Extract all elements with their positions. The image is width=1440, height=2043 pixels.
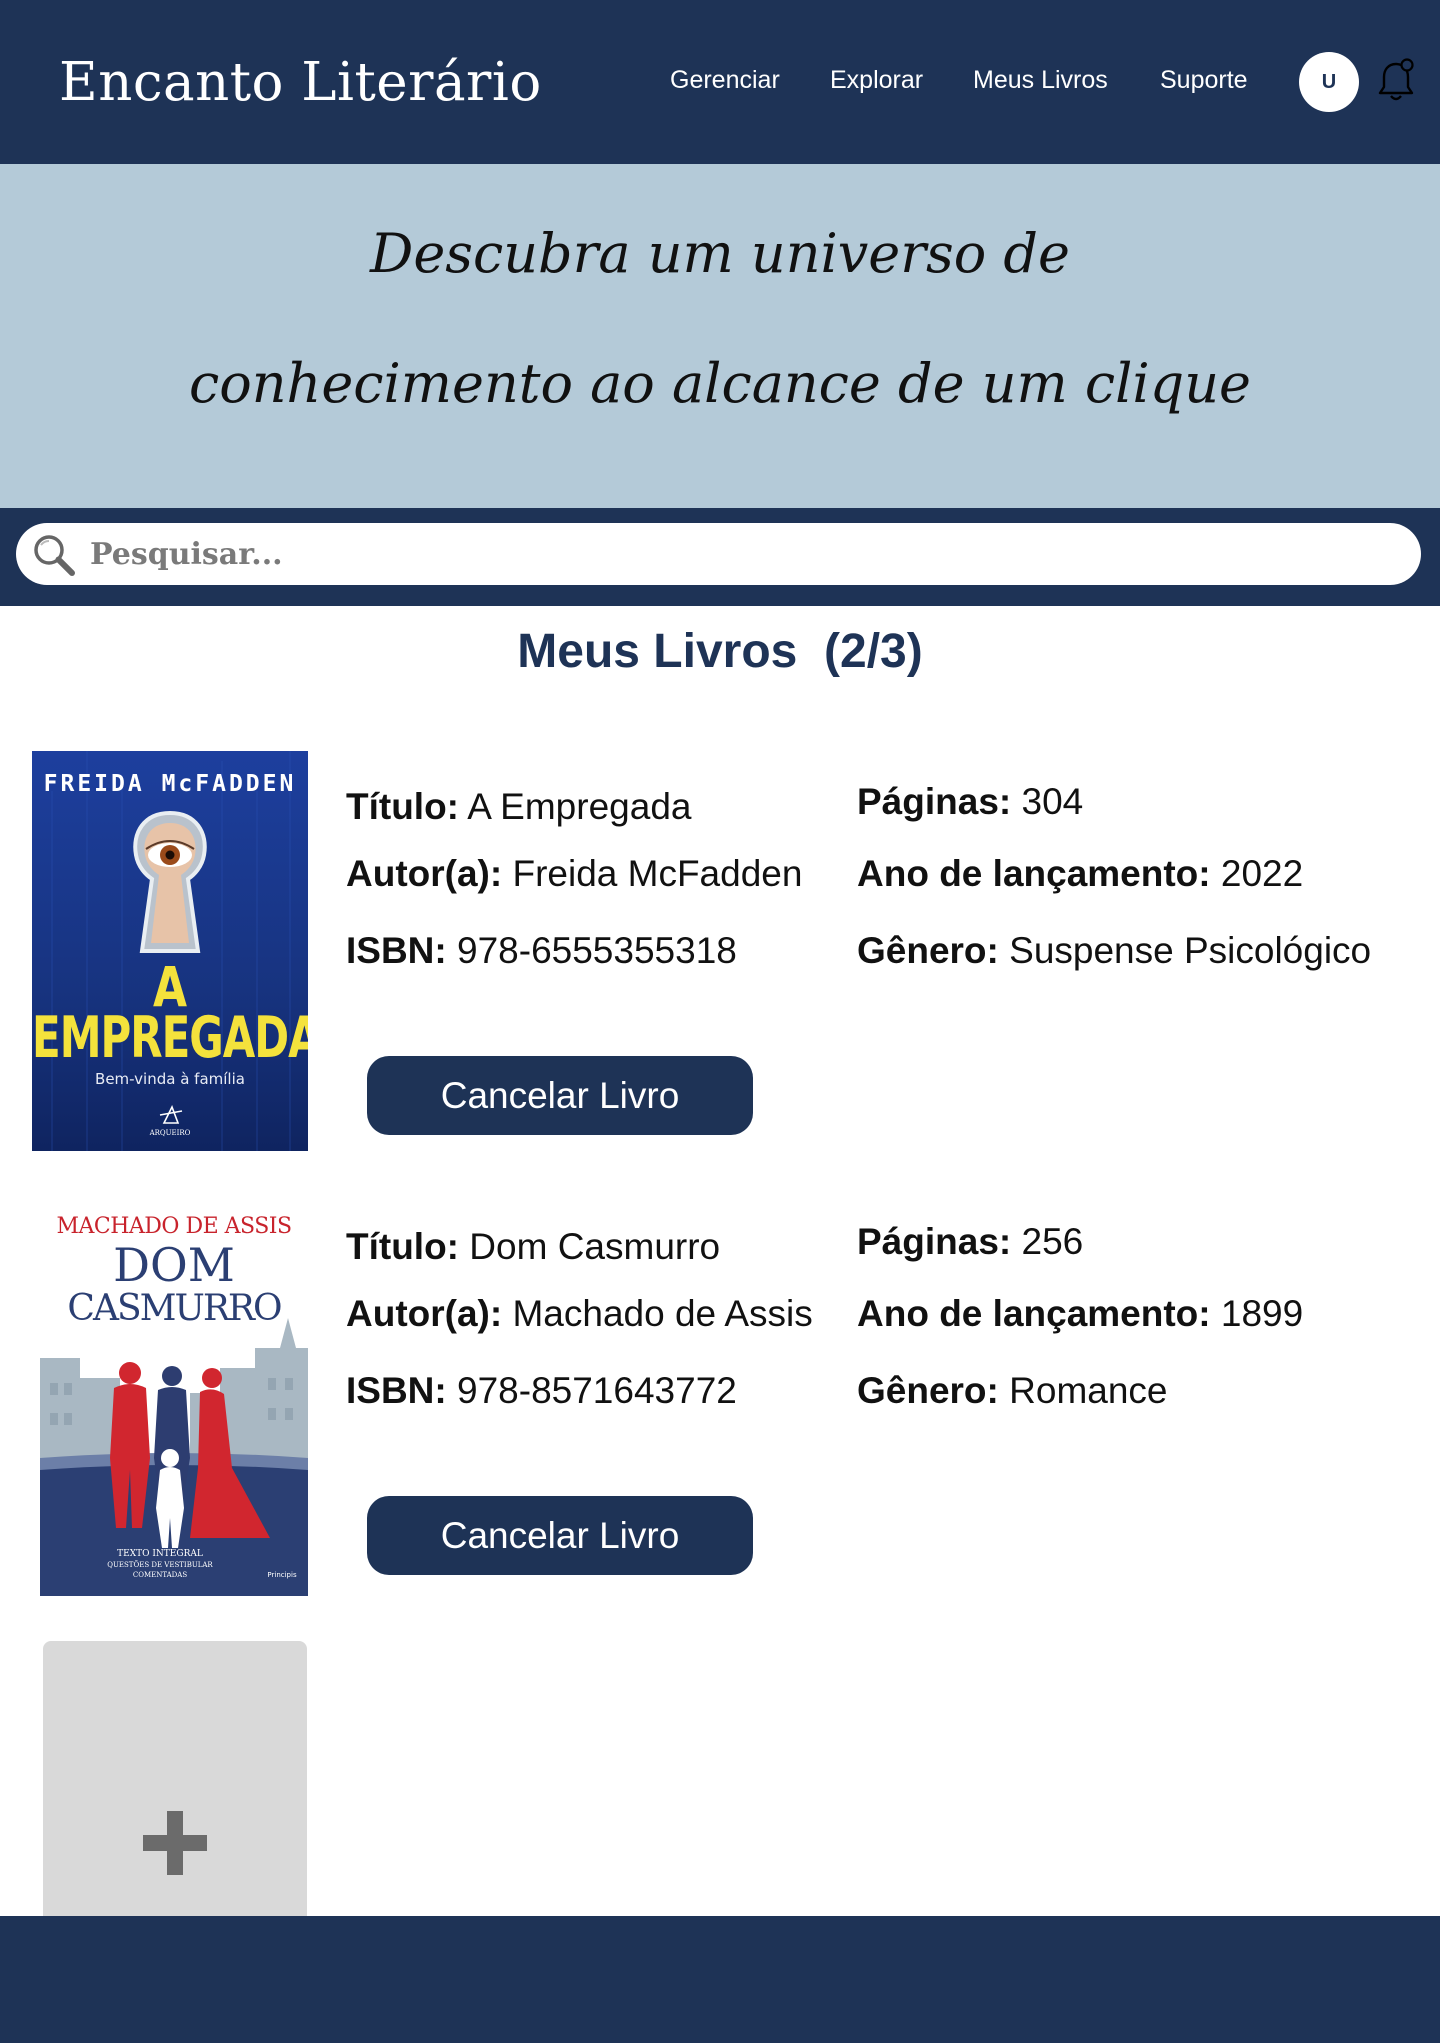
value-ano: 1899 (1220, 1293, 1304, 1334)
label-genero: Gênero: (857, 930, 999, 971)
hero-banner: Descubra um universo de conhecimento ao … (0, 164, 1440, 508)
cover-title-big: EMPREGADA (32, 1004, 308, 1071)
page-title: Meus Livros (2/3) (517, 625, 923, 678)
label-genero: Gênero: (857, 1370, 999, 1411)
cover-bottom-line-3: COMENTADAS (132, 1571, 188, 1579)
book-ano: Ano de lançamento: 2022 (857, 853, 1303, 895)
value-genero: Suspense Psicológico (1009, 930, 1372, 971)
top-navbar: Encanto Literário Gerenciar Explorar Meu… (0, 0, 1440, 164)
cover-bottom-line-2: QUESTÕES DE VESTIBULAR (107, 1561, 213, 1569)
cover-publisher: ARQUEIRO (149, 1129, 191, 1137)
book-isbn: ISBN: 978-6555355318 (346, 930, 737, 972)
value-titulo: Dom Casmurro (469, 1226, 721, 1267)
label-ano: Ano de lançamento: (857, 853, 1211, 894)
book-paginas: Páginas: 256 (857, 1221, 1083, 1263)
label-paginas: Páginas: (857, 1221, 1012, 1262)
search-bar (0, 508, 1440, 606)
book-genero: Gênero: Romance (857, 1370, 1168, 1412)
value-titulo: A Empregada (467, 786, 692, 827)
cover-tagline: Bem-vinda à família (95, 1070, 245, 1088)
label-titulo: Título: (346, 1226, 460, 1267)
book-cover-a-empregada[interactable]: FREIDA McFADDEN A EMPREGADA Bem-vinda à … (32, 751, 308, 1151)
add-book-card[interactable] (43, 1641, 307, 1916)
value-paginas: 304 (1021, 781, 1084, 822)
book-titulo: Título: A Empregada (346, 786, 691, 828)
bell-icon[interactable] (1376, 58, 1416, 104)
label-ano: Ano de lançamento: (857, 1293, 1211, 1334)
search-input[interactable] (90, 531, 1390, 577)
book-titulo: Título: Dom Casmurro (346, 1226, 720, 1268)
book-genero: Gênero: Suspense Psicológico (857, 930, 1371, 972)
value-isbn: 978-8571643772 (457, 1370, 737, 1411)
book-paginas: Páginas: 304 (857, 781, 1083, 823)
cover-author: FREIDA McFADDEN (43, 771, 297, 797)
search-icon (34, 535, 75, 576)
book-autor: Autor(a): Freida McFadden (346, 853, 802, 895)
value-ano: 2022 (1220, 853, 1304, 894)
cover-art-a-empregada (32, 751, 308, 1151)
nav-suporte[interactable]: Suporte (1160, 66, 1248, 95)
cover-bottom-line-1: TEXTO INTEGRAL (117, 1549, 203, 1559)
cover-publisher: Principis (267, 1571, 297, 1579)
cover-title-line-2: CASMURRO (67, 1288, 282, 1329)
cancel-book-button[interactable]: Cancelar Livro (367, 1496, 753, 1575)
cover-author: MACHADO DE ASSIS (56, 1214, 292, 1239)
label-autor: Autor(a): (346, 1293, 503, 1334)
value-autor: Freida McFadden (512, 853, 803, 894)
cover-title-line-1: DOM (113, 1238, 235, 1292)
value-autor: Machado de Assis (512, 1293, 813, 1334)
label-autor: Autor(a): (346, 853, 503, 894)
value-paginas: 256 (1021, 1221, 1084, 1262)
label-isbn: ISBN: (346, 1370, 447, 1411)
plus-icon (143, 1811, 207, 1875)
publisher-logo-icon (159, 1105, 183, 1124)
footer (0, 1916, 1440, 2043)
hero-tagline-line-2: conhecimento ao alcance de um clique (189, 352, 1251, 415)
nav-explorar[interactable]: Explorar (830, 66, 923, 95)
value-isbn: 978-6555355318 (457, 930, 737, 971)
value-genero: Romance (1009, 1370, 1168, 1411)
label-isbn: ISBN: (346, 930, 447, 971)
cancel-book-button[interactable]: Cancelar Livro (367, 1056, 753, 1135)
label-titulo: Título: (346, 786, 460, 827)
nav-gerenciar[interactable]: Gerenciar (670, 66, 780, 95)
label-paginas: Páginas: (857, 781, 1012, 822)
brand-logo-text[interactable]: Encanto Literário (59, 52, 542, 113)
hero-tagline-line-1: Descubra um universo de (370, 222, 1070, 285)
user-avatar[interactable]: U (1299, 52, 1359, 112)
book-cover-dom-casmurro[interactable]: MACHADO DE ASSIS DOM CASMURRO TEXTO INTE… (40, 1208, 308, 1596)
search-box[interactable] (16, 523, 1421, 585)
book-ano: Ano de lançamento: 1899 (857, 1293, 1303, 1335)
nav-meus-livros[interactable]: Meus Livros (973, 66, 1108, 95)
book-autor: Autor(a): Machado de Assis (346, 1293, 813, 1335)
book-isbn: ISBN: 978-8571643772 (346, 1370, 737, 1412)
